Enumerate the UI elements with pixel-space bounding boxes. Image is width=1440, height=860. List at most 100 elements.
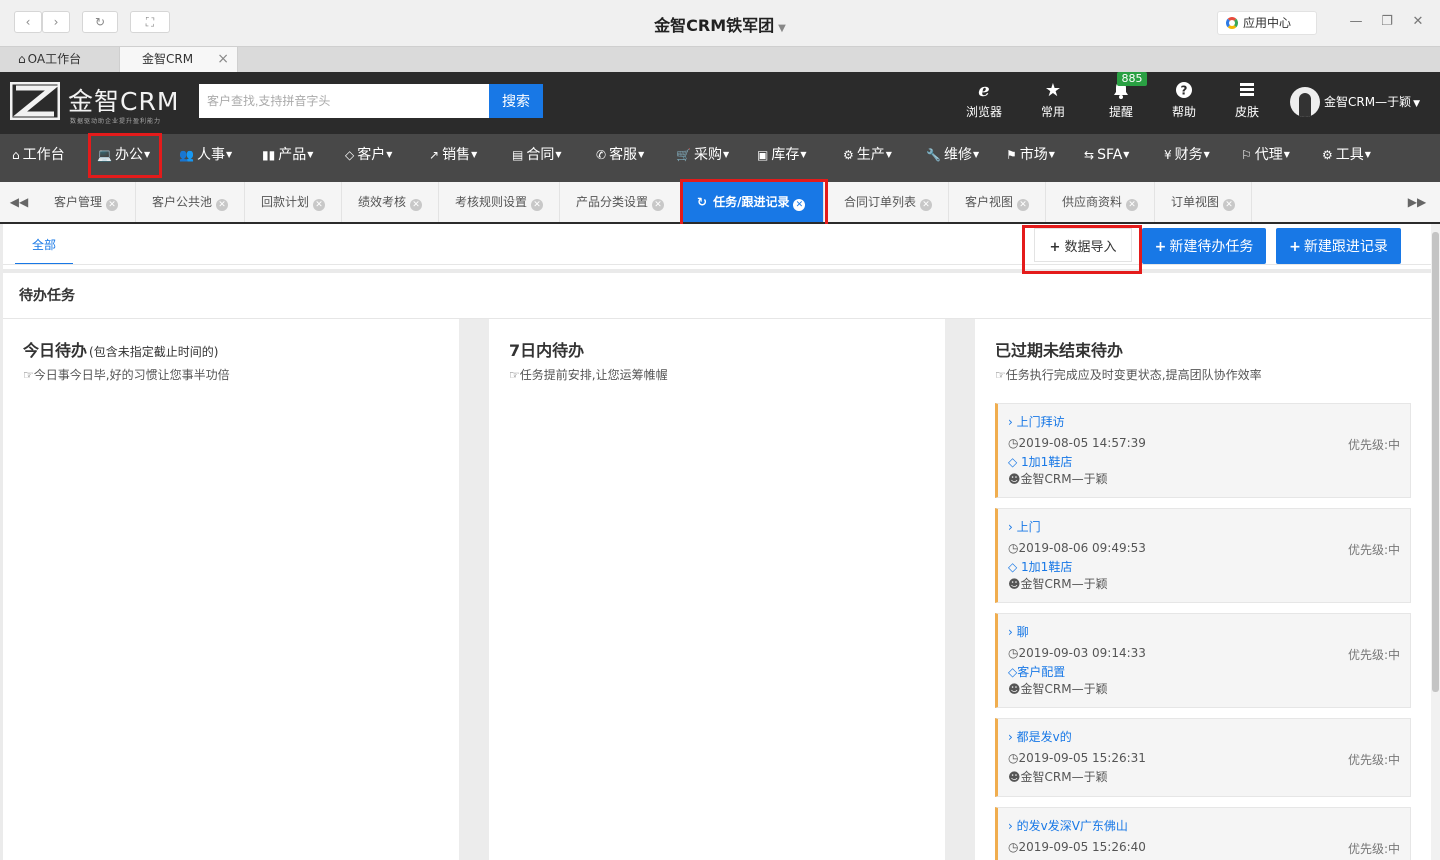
brand-logo[interactable]: 金智CRM 数据驱动助企业提升盈利能力 bbox=[10, 80, 180, 125]
help-action[interactable]: ? 帮助 bbox=[1154, 80, 1214, 120]
nav-item-workbench[interactable]: ⌂ 工作台 bbox=[12, 134, 65, 182]
nav-item-sales[interactable]: ↗ 销售▼ bbox=[429, 134, 477, 182]
notification-count-badge: 885 bbox=[1117, 72, 1147, 86]
tab-customer-view[interactable]: 客户视图 ✕ bbox=[949, 182, 1046, 222]
nav-item-office[interactable]: 💻 办公▼ bbox=[97, 134, 150, 182]
tab-assessment-rules[interactable]: 考核规则设置 ✕ bbox=[439, 182, 560, 222]
brand-name: 金智CRM bbox=[68, 87, 180, 116]
user-menu[interactable]: 金智CRM—于颖 ▼ bbox=[1290, 87, 1420, 117]
nav-item-agent[interactable]: ⚐ 代理▼ bbox=[1241, 134, 1290, 182]
card-time: ◷2019-08-06 09:49:53 bbox=[1008, 541, 1146, 555]
favorites-action[interactable]: ★ 常用 bbox=[1023, 80, 1083, 120]
todo-card[interactable]: › 都是发v的 ◷2019-09-05 15:26:31 优先级:中 ☻金智CR… bbox=[995, 718, 1411, 797]
fullscreen-button[interactable]: ⛶ bbox=[130, 11, 170, 33]
user-icon: ☻ bbox=[1008, 770, 1021, 784]
nav-item-tools[interactable]: ⚙ 工具▼ bbox=[1322, 134, 1371, 182]
forward-button[interactable]: › bbox=[42, 11, 70, 33]
card-priority: 优先级:中 bbox=[1347, 842, 1400, 856]
hand-point-icon: ☞ bbox=[995, 368, 1006, 382]
tabs-scroll-right-icon[interactable]: ▶▶ bbox=[1398, 182, 1436, 222]
todo-card[interactable]: › 聊 ◷2019-09-03 09:14:33 优先级:中 ◇客户配置 ☻金智… bbox=[995, 613, 1411, 708]
subtab-all[interactable]: 全部 bbox=[15, 228, 73, 265]
tab-product-category[interactable]: 产品分类设置 ✕ bbox=[560, 182, 681, 222]
nav-item-customer[interactable]: ◇ 客户▼ bbox=[345, 134, 392, 182]
card-title[interactable]: › 上门 bbox=[1008, 518, 1041, 535]
nav-item-purchase[interactable]: 🛒 采购▼ bbox=[676, 134, 729, 182]
tab-customer-pool[interactable]: 客户公共池 ✕ bbox=[136, 182, 245, 222]
skin-action[interactable]: 皮肤 bbox=[1217, 80, 1277, 120]
card-customer[interactable]: ◇ 1加1鞋店 bbox=[1008, 453, 1072, 470]
avatar bbox=[1290, 87, 1320, 117]
tab-label: 考核规则设置 bbox=[455, 195, 528, 209]
tab-supplier[interactable]: 供应商资料 ✕ bbox=[1046, 182, 1155, 222]
diamond-icon: ◇ bbox=[1008, 560, 1022, 574]
card-priority: 优先级:中 bbox=[1347, 753, 1400, 767]
column-subtitle: ☞任务执行完成应及时变更状态,提高团队协作效率 bbox=[995, 368, 1262, 382]
close-tab-icon[interactable]: ✕ bbox=[793, 199, 806, 211]
tab-customer-management[interactable]: 客户管理 ✕ bbox=[38, 182, 136, 222]
nav-item-sfa[interactable]: ⇆ SFA▼ bbox=[1084, 134, 1129, 182]
nav-item-contract[interactable]: ▤ 合同▼ bbox=[512, 134, 562, 182]
card-title[interactable]: › 的发v发深V广东佛山 bbox=[1008, 817, 1128, 834]
todo-card[interactable]: › 上门 ◷2019-08-06 09:49:53 优先级:中 ◇ 1加1鞋店 … bbox=[995, 508, 1411, 603]
tab-contract-orders[interactable]: 合同订单列表 ✕ bbox=[828, 182, 949, 222]
tab-order-view[interactable]: 订单视图 ✕ bbox=[1155, 182, 1252, 222]
close-tab-icon[interactable]: ✕ bbox=[1126, 199, 1139, 211]
close-icon[interactable]: ✕ bbox=[1410, 14, 1426, 29]
nav-item-repair[interactable]: 🔧 维修▼ bbox=[926, 134, 979, 182]
card-time: ◷2019-09-03 09:14:33 bbox=[1008, 646, 1146, 660]
nav-label: 客服 bbox=[609, 147, 638, 163]
search-button[interactable]: 搜索 bbox=[489, 84, 543, 118]
browser-tab-crm[interactable]: 金智CRM × bbox=[119, 47, 238, 72]
close-tab-icon[interactable]: ✕ bbox=[410, 199, 423, 211]
card-owner: ☻金智CRM—于颖 bbox=[1008, 770, 1108, 784]
close-tab-icon[interactable]: ✕ bbox=[920, 199, 933, 211]
data-import-button[interactable]: + 数据导入 bbox=[1034, 228, 1132, 262]
close-tab-icon[interactable]: ✕ bbox=[652, 199, 665, 211]
todo-card[interactable]: › 上门拜访 ◷2019-08-05 14:57:39 优先级:中 ◇ 1加1鞋… bbox=[995, 403, 1411, 498]
customer-search-input[interactable] bbox=[199, 84, 489, 118]
tab-performance[interactable]: 绩效考核 ✕ bbox=[342, 182, 439, 222]
close-tab-icon[interactable]: ✕ bbox=[313, 199, 326, 211]
tab-payment-plan[interactable]: 回款计划 ✕ bbox=[245, 182, 342, 222]
chevron-down-icon: ▼ bbox=[225, 150, 233, 159]
nav-item-inventory[interactable]: ▣ 库存▼ bbox=[757, 134, 807, 182]
card-title[interactable]: › 都是发v的 bbox=[1008, 728, 1072, 745]
action-label: 帮助 bbox=[1171, 105, 1196, 119]
refresh-button[interactable]: ↻ bbox=[82, 11, 118, 33]
nav-item-finance[interactable]: ¥ 财务▼ bbox=[1164, 134, 1210, 182]
close-tab-icon[interactable]: ✕ bbox=[1017, 199, 1030, 211]
line-chart-icon: ↗ bbox=[429, 148, 440, 162]
back-button[interactable]: ‹ bbox=[14, 11, 42, 33]
nav-item-service[interactable]: ✆ 客服▼ bbox=[596, 134, 644, 182]
browser-action[interactable]: e 浏览器 bbox=[954, 80, 1014, 120]
minimize-icon[interactable]: — bbox=[1348, 14, 1364, 29]
card-customer[interactable]: ◇ 1加1鞋店 bbox=[1008, 558, 1072, 575]
card-customer[interactable]: ◇客户配置 bbox=[1008, 663, 1065, 680]
close-tab-icon[interactable]: ✕ bbox=[106, 199, 119, 211]
close-tab-icon[interactable]: ✕ bbox=[531, 199, 544, 211]
todo-card[interactable]: › 的发v发深V广东佛山 ◷2019-09-05 15:26:40 优先级:中 bbox=[995, 807, 1411, 860]
scrollbar-thumb[interactable] bbox=[1432, 232, 1439, 692]
card-title[interactable]: › 上门拜访 bbox=[1008, 413, 1065, 430]
chevron-down-icon: ▼ bbox=[386, 150, 393, 159]
nav-item-production[interactable]: ⚙ 生产▼ bbox=[843, 134, 892, 182]
browser-tab-oa[interactable]: ⌂ OA工作台 bbox=[0, 47, 118, 72]
nav-item-product[interactable]: ▮▮ 产品▼ bbox=[262, 134, 313, 182]
tab-tasks-followup[interactable]: ↻ 任务/跟进记录 ✕ bbox=[683, 182, 824, 222]
close-tab-icon[interactable]: ✕ bbox=[1223, 199, 1236, 211]
page-scrollbar[interactable] bbox=[1431, 224, 1440, 860]
nav-item-market[interactable]: ⚑ 市场▼ bbox=[1006, 134, 1055, 182]
close-tab-icon[interactable]: ✕ bbox=[216, 199, 229, 211]
restore-icon[interactable]: ❐ bbox=[1379, 14, 1395, 29]
nav-item-hr[interactable]: 👥 人事▼ bbox=[179, 134, 232, 182]
tab-label: 回款计划 bbox=[261, 195, 310, 209]
new-followup-button[interactable]: + 新建跟进记录 bbox=[1276, 228, 1401, 264]
reminder-action[interactable]: 提醒 bbox=[1091, 80, 1151, 120]
new-task-button[interactable]: + 新建待办任务 bbox=[1142, 228, 1266, 264]
title-caret-icon: ▼ bbox=[778, 23, 786, 34]
tabs-scroll-left-icon[interactable]: ◀◀ bbox=[0, 182, 38, 222]
app-center-button[interactable]: 应用中心 bbox=[1217, 11, 1317, 35]
card-title[interactable]: › 聊 bbox=[1008, 623, 1029, 640]
close-tab-icon[interactable]: × bbox=[217, 47, 229, 71]
